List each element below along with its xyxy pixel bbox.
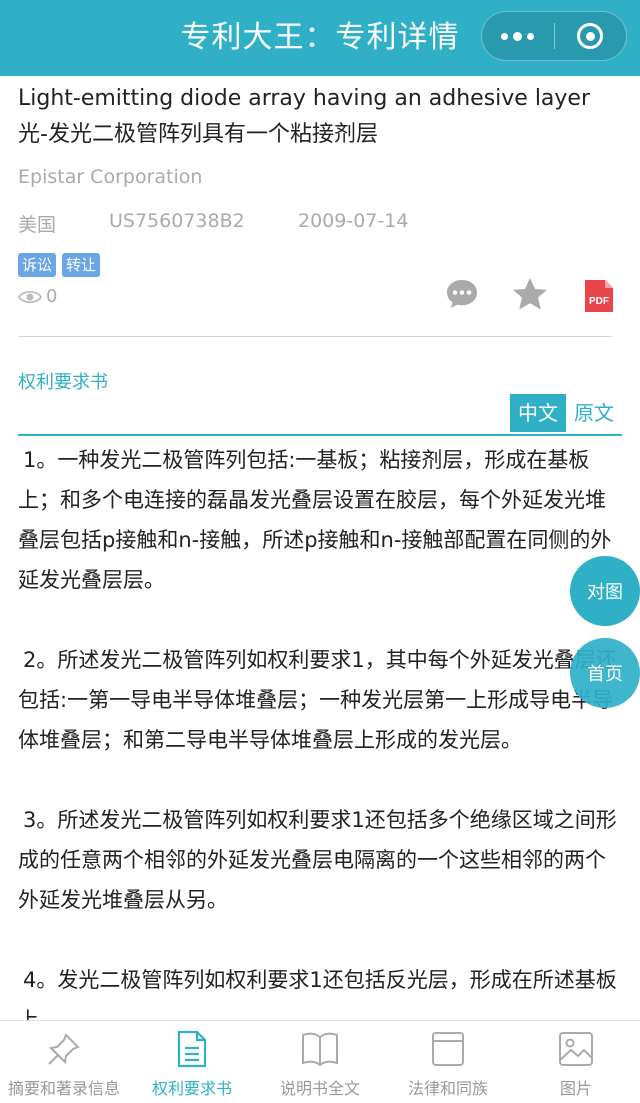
tab-label: 说明书全文 xyxy=(279,1079,360,1098)
section-title-claims: 权利要求书 xyxy=(18,372,108,393)
patent-title-en: Light-emitting diode array having an adh… xyxy=(18,86,591,111)
comment-icon[interactable] xyxy=(444,276,480,312)
book-icon xyxy=(302,1032,338,1067)
star-icon[interactable] xyxy=(511,276,549,312)
bottom-tab-bar: 摘要和著录信息 权利要求书 说明书全文 法律和同族 图片 xyxy=(0,1020,640,1103)
more-dots-icon xyxy=(501,31,535,41)
home-float-button[interactable]: 首页 xyxy=(570,638,640,708)
patent-country: 美国 xyxy=(18,214,57,236)
patent-number: US7560738B2 xyxy=(109,210,245,232)
navigation-bar: 专利大王：专利详情 xyxy=(0,0,640,76)
tag-litigation[interactable]: 诉讼 xyxy=(18,253,57,277)
tab-abstract[interactable]: 摘要和著录信息 xyxy=(0,1021,128,1103)
claim-item: 1。一种发光二极管阵列包括:一基板；粘接剂层，形成在基板上；和多个电连接的磊晶发… xyxy=(18,448,612,592)
status-tags: 诉讼 转让 xyxy=(18,253,101,277)
info-divider xyxy=(18,336,612,337)
language-underline xyxy=(18,434,622,436)
tab-legal[interactable]: 法律和同族 xyxy=(384,1021,512,1103)
patent-title-zh: 光-发光二极管阵列具有一个粘接剂层 xyxy=(18,122,378,147)
document-icon xyxy=(177,1030,207,1068)
patent-assignee: Epistar Corporation xyxy=(18,166,203,188)
tab-images[interactable]: 图片 xyxy=(512,1021,640,1103)
eye-icon xyxy=(18,290,42,303)
tab-label: 法律和同族 xyxy=(407,1079,488,1098)
lang-original-button[interactable]: 原文 xyxy=(566,394,622,432)
claims-list[interactable]: 1。一种发光二极管阵列包括:一基板；粘接剂层，形成在基板上；和多个电连接的磊晶发… xyxy=(18,440,622,1020)
pdf-label: PDF xyxy=(589,296,609,307)
mini-program-capsule xyxy=(481,11,627,61)
tab-description[interactable]: 说明书全文 xyxy=(256,1021,384,1103)
view-count-value: 0 xyxy=(46,286,58,307)
compare-figure-button[interactable]: 对图 xyxy=(570,556,640,626)
more-button[interactable] xyxy=(482,12,554,60)
tab-label: 图片 xyxy=(559,1079,592,1098)
close-button[interactable] xyxy=(555,12,627,60)
lang-chinese-button[interactable]: 中文 xyxy=(510,394,566,432)
patent-date: 2009-07-14 xyxy=(298,210,409,232)
claim-item: 3。所述发光二极管阵列如权利要求1还包括多个绝缘区域之间形成的任意两个相邻的外延… xyxy=(18,808,617,912)
image-icon xyxy=(559,1032,593,1066)
target-icon xyxy=(577,23,604,49)
tab-label: 权利要求书 xyxy=(151,1079,232,1098)
tab-label: 摘要和著录信息 xyxy=(7,1079,120,1098)
claim-item: 2。所述发光二极管阵列如权利要求1，其中每个外延发光叠层还包括:一第一导电半导体… xyxy=(18,648,617,752)
language-switch: 中文 原文 xyxy=(510,394,622,432)
view-count: 0 xyxy=(18,286,57,307)
tag-transfer[interactable]: 转让 xyxy=(62,253,101,277)
pin-icon xyxy=(48,1033,80,1065)
claim-item: 4。发光二极管阵列如权利要求1还包括反光层，形成在所述基板上。 xyxy=(18,968,617,1020)
pdf-icon[interactable]: PDF xyxy=(582,278,616,314)
folder-icon xyxy=(432,1032,464,1066)
tab-claims[interactable]: 权利要求书 xyxy=(128,1021,256,1103)
